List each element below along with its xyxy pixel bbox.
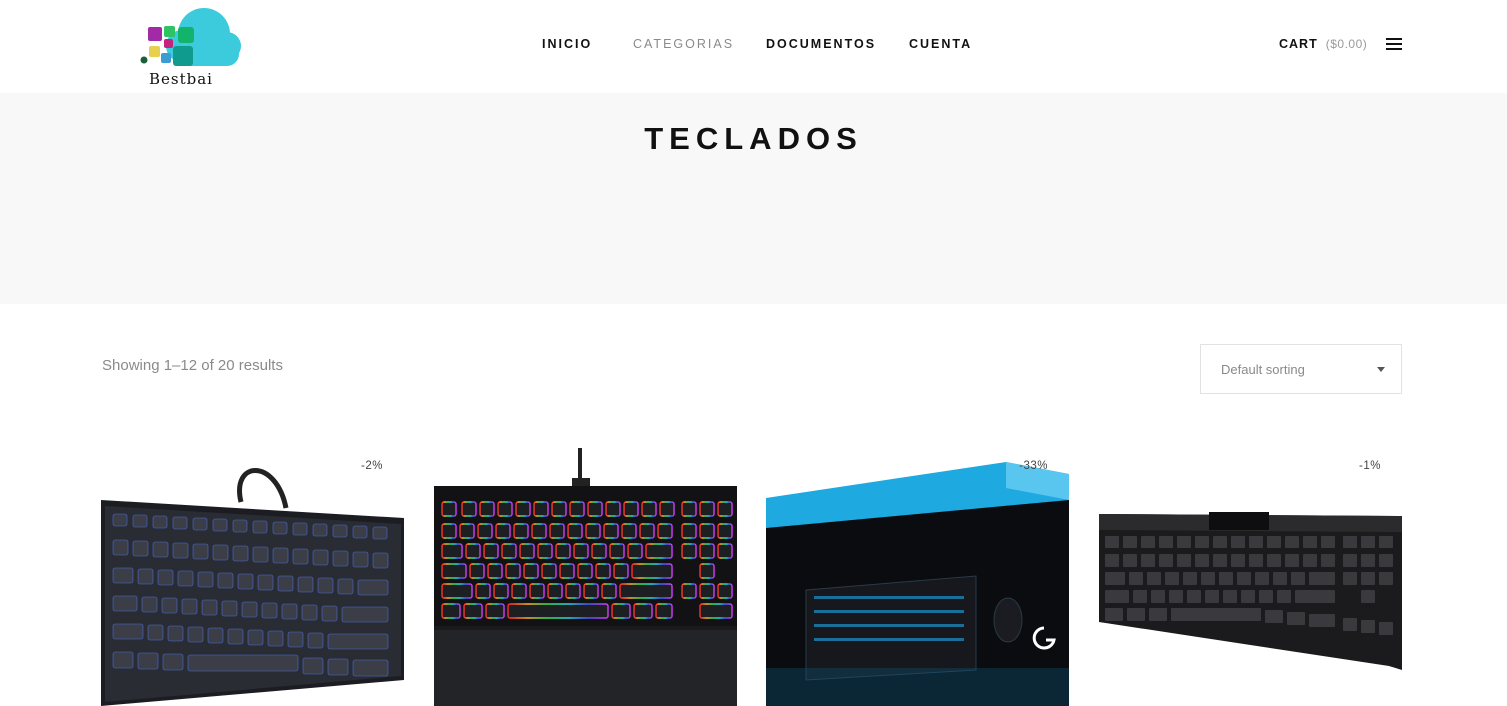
caret-down-icon <box>1377 367 1385 372</box>
page-title: TECLADOS <box>644 121 863 156</box>
nav-item-cuenta[interactable]: CUENTA <box>909 37 972 51</box>
discount-badge: -33% <box>1019 460 1048 472</box>
brand-name: Bestbai <box>149 70 213 88</box>
sort-select[interactable]: Default sorting <box>1200 344 1402 394</box>
site-header: Bestbai INICIO CATEGORIAS DOCUMENTOS CUE… <box>0 0 1507 93</box>
sort-selected-value: Default sorting <box>1221 362 1305 377</box>
product-card[interactable]: -2% <box>101 440 404 706</box>
result-count: Showing 1–12 of 20 results <box>102 357 283 374</box>
product-card[interactable] <box>434 440 737 706</box>
nav-item-inicio[interactable]: INICIO <box>542 37 592 51</box>
hamburger-menu-icon[interactable] <box>1386 38 1402 50</box>
product-card[interactable]: -1% <box>1099 440 1402 706</box>
page-hero: TECLADOS <box>0 93 1507 304</box>
discount-badge: -2% <box>361 460 383 472</box>
keyboard-image <box>434 448 737 706</box>
cart-label: CART <box>1279 37 1318 51</box>
keyboard-image <box>1099 512 1402 670</box>
cart-link[interactable]: CART ($0.00) <box>1279 37 1367 51</box>
nav-item-documentos[interactable]: DOCUMENTOS <box>766 37 876 51</box>
keyboard-image <box>101 468 404 706</box>
cart-total: ($0.00) <box>1325 37 1368 51</box>
bundle-box-image <box>766 462 1069 706</box>
discount-badge: -1% <box>1359 460 1381 472</box>
nav-item-categorias[interactable]: CATEGORIAS <box>633 37 734 51</box>
product-card[interactable]: -33% <box>766 440 1069 706</box>
